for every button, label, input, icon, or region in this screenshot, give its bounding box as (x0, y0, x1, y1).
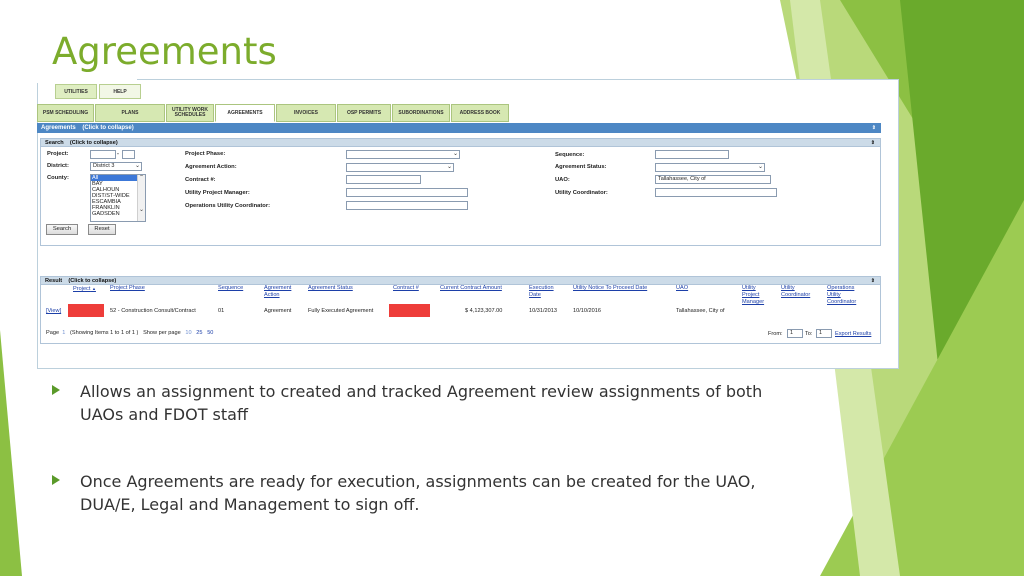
agreements-bar-collapse[interactable]: (Click to collapse) (82, 125, 133, 131)
col-header-current-amount[interactable]: Current Contract Amount (440, 285, 502, 292)
col-header-agreement-status[interactable]: Agreement Status (308, 285, 353, 292)
search-button[interactable]: Search (46, 224, 78, 235)
from-label: From: (768, 331, 783, 337)
tab-agreements[interactable]: AGREEMENTS (215, 104, 275, 122)
collapse-arrow-icon[interactable]: ⇕ (872, 123, 881, 133)
row-agreement-status: Fully Executed Agreement (308, 308, 374, 314)
project-phase-select[interactable]: ⌄ (346, 150, 460, 159)
uao-input[interactable]: Tallahassee, City of (655, 175, 771, 184)
bullet-text: Once Agreements are ready for execution,… (80, 472, 756, 514)
utility-project-manager-label: Utility Project Manager: (185, 190, 250, 196)
page-number[interactable]: 1 (62, 330, 65, 336)
tab-plans[interactable]: PLANS (95, 104, 165, 122)
col-header-operations-utility-coordinator[interactable]: Operations Utility Coordinator (827, 285, 856, 306)
chevron-down-icon: ⌄ (452, 151, 458, 157)
from-input[interactable]: 1 (787, 329, 803, 338)
chevron-down-icon[interactable]: ⌄ (138, 207, 145, 213)
col-header-utility-notice[interactable]: Utility Notice To Proceed Date (573, 285, 647, 292)
result-header-bar[interactable]: Result (Click to collapse) ⇕ (40, 276, 881, 285)
slide-title: Agreements (52, 30, 277, 73)
row-notice-date: 10/10/2016 (573, 308, 601, 314)
tab-invoices[interactable]: INVOICES (276, 104, 336, 122)
col-header-project[interactable]: Project ▲ (73, 285, 96, 293)
row-uao: Tallahassee, City of (676, 308, 725, 314)
tab-address-book[interactable]: ADDRESS BOOK (451, 104, 509, 122)
agreements-bar-title: Agreements (41, 125, 76, 131)
col-header-sequence[interactable]: Sequence (218, 285, 243, 292)
chevron-down-icon: ⌄ (757, 164, 763, 170)
col-header-contract[interactable]: Contract # (393, 285, 419, 292)
county-listbox[interactable]: All BAY CALHOUN DIST/ST-WIDE ESCAMBIA FR… (90, 174, 146, 222)
agreements-header-bar[interactable]: Agreements (Click to collapse) ⇕ (37, 123, 881, 133)
page-size-25[interactable]: 25 (196, 330, 202, 336)
col-header-utility-project-manager[interactable]: Utility Project Manager (742, 285, 764, 306)
col-header-uao[interactable]: UAO (676, 285, 688, 292)
col-header-agreement-action[interactable]: Agreement Action (264, 285, 291, 299)
pager: Page 1 (Showing Items 1 to 1 of 1 ) Show… (46, 330, 214, 336)
uao-label: UAO: (555, 177, 570, 183)
row-project-phase: 52 - Construction Consult/Contract (110, 308, 196, 314)
utility-project-manager-input[interactable] (346, 188, 468, 197)
project-input-1[interactable] (90, 150, 116, 159)
redacted-project (68, 304, 104, 317)
col-header-project-phase[interactable]: Project Phase (110, 285, 145, 292)
module-tab-bar: PSM SCHEDULING PLANS UTILITY WORK SCHEDU… (37, 104, 509, 122)
col-header-execution-date[interactable]: Execution Date (529, 285, 554, 299)
agreement-status-label: Agreement Status: (555, 164, 607, 170)
result-title: Result (45, 278, 63, 284)
row-agreement-action: Agreement (264, 308, 292, 314)
sequence-input[interactable] (655, 150, 729, 159)
agreement-action-select[interactable]: ⌄ (346, 163, 454, 172)
page-size-10[interactable]: 10 (185, 330, 191, 336)
search-collapse[interactable]: (Click to collapse) (70, 140, 118, 146)
export-results-link[interactable]: Export Results (835, 331, 871, 337)
bullet-text: Allows an assignment to created and trac… (80, 382, 763, 424)
result-collapse[interactable]: (Click to collapse) (68, 278, 116, 284)
utility-coordinator-input[interactable] (655, 188, 777, 197)
tab-psm-scheduling[interactable]: PSM SCHEDULING (37, 104, 94, 122)
operations-utility-coordinator-label: Operations Utility Coordinator: (185, 203, 271, 209)
chevron-down-icon: ⌄ (446, 164, 452, 170)
project-input-2[interactable] (122, 150, 135, 159)
col-header-utility-coordinator[interactable]: Utility Coordinator (781, 285, 810, 299)
district-label: District: (47, 163, 69, 169)
sequence-label: Sequence: (555, 152, 585, 158)
county-label: County: (47, 175, 69, 181)
to-label: To: (805, 331, 813, 337)
tab-subordinations[interactable]: SUBORDINATIONS (392, 104, 450, 122)
sort-asc-icon: ▲ (91, 286, 96, 291)
result-collapse-arrow-icon[interactable]: ⇕ (871, 277, 880, 284)
bullet-arrow-icon (52, 385, 60, 395)
agreement-action-label: Agreement Action: (185, 164, 237, 170)
bullet-arrow-icon (52, 475, 60, 485)
chevron-up-icon[interactable]: ⌃ (138, 175, 145, 181)
redacted-contract (389, 304, 430, 317)
row-execution-date: 10/31/2013 (529, 308, 557, 314)
utility-coordinator-label: Utility Coordinator: (555, 190, 608, 196)
tab-utilities[interactable]: UTILITIES (55, 84, 97, 99)
agreement-status-select[interactable]: ⌄ (655, 163, 765, 172)
search-header-bar[interactable]: Search (Click to collapse) ⇕ (40, 138, 881, 147)
tab-utility-work-schedules[interactable]: UTILITY WORK SCHEDULES (166, 104, 214, 122)
view-link[interactable]: [View] (46, 308, 61, 314)
project-separator: - (117, 151, 119, 157)
search-title: Search (45, 140, 64, 146)
reset-button[interactable]: Reset (88, 224, 116, 235)
contract-input[interactable] (346, 175, 421, 184)
row-amount: $ 4,123,307.00 (465, 308, 503, 314)
page-size-50[interactable]: 50 (207, 330, 213, 336)
top-tab-bar: UTILITIES HELP (55, 84, 141, 99)
project-phase-label: Project Phase: (185, 151, 226, 157)
row-sequence: 01 (218, 308, 225, 314)
tab-help[interactable]: HELP (99, 84, 141, 99)
to-input[interactable]: 1 (816, 329, 832, 338)
county-scrollbar[interactable]: ⌃ ⌄ (137, 175, 145, 221)
operations-utility-coordinator-input[interactable] (346, 201, 468, 210)
project-label: Project: (47, 151, 69, 157)
tab-osp-permits[interactable]: OSP PERMITS (337, 104, 391, 122)
district-select[interactable]: District 3 ⌄ (90, 162, 142, 171)
contract-label: Contract #: (185, 177, 216, 183)
chevron-down-icon: ⌄ (134, 163, 140, 169)
search-collapse-arrow-icon[interactable]: ⇕ (871, 139, 880, 146)
